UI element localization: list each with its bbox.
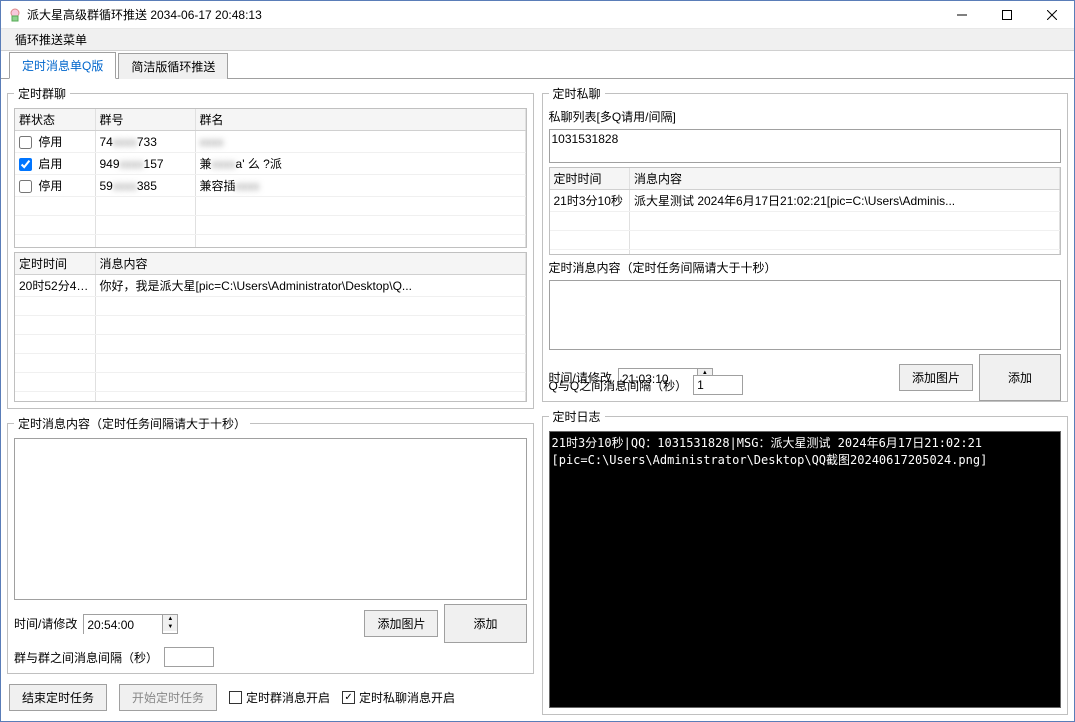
col-id: 群号: [95, 109, 195, 131]
private-list-textarea[interactable]: [549, 129, 1062, 163]
group-msg-panel: 定时消息内容（定时任务间隔请大于十秒） 时间/请修改 ▲▼ 添加图片 添加 群与…: [7, 415, 534, 674]
col-msg: 消息内容: [95, 253, 525, 275]
group-on-checkbox[interactable]: 定时群消息开启: [229, 689, 330, 706]
close-button[interactable]: [1029, 1, 1074, 29]
group-schedule-table[interactable]: 定时时间 消息内容 20时52分48秒你好，我是派大星[pic=C:\Users…: [14, 252, 527, 402]
group-time-input[interactable]: [84, 615, 162, 635]
minimize-button[interactable]: [939, 1, 984, 29]
spin-up-icon[interactable]: ▲: [163, 615, 177, 623]
table-row[interactable]: 启用949xxxx157兼xxxxa' 么 ?派: [15, 153, 525, 175]
table-row[interactable]: 停用59xxxx385兼容插xxxx: [15, 175, 525, 197]
log-console[interactable]: 21时3分10秒|QQ：1031531828|MSG：派大星测试 2024年6月…: [549, 431, 1062, 708]
group-time-row: 时间/请修改 ▲▼ 添加图片 添加: [14, 604, 527, 643]
table-row[interactable]: 20时52分48秒你好，我是派大星[pic=C:\Users\Administr…: [15, 275, 525, 297]
window-controls: [939, 1, 1074, 29]
group-gap-row: 群与群之间消息间隔（秒）: [14, 647, 527, 667]
private-schedule-table[interactable]: 定时时间 消息内容 21时3分10秒派大星测试 2024年6月17日21:02:…: [549, 167, 1062, 255]
table-row[interactable]: 21时3分10秒派大星测试 2024年6月17日21:02:21[pic=C:\…: [550, 190, 1060, 212]
private-add-button[interactable]: 添加: [979, 354, 1061, 401]
group-table[interactable]: 群状态 群号 群名 停用74xxxx733xxxx 启用949xxxx157兼x…: [14, 108, 527, 248]
tabbar: 定时消息单Q版 简洁版循环推送: [1, 53, 1074, 79]
group-add-button[interactable]: 添加: [444, 604, 526, 643]
start-task-button[interactable]: 开始定时任务: [119, 684, 217, 711]
log-legend: 定时日志: [549, 408, 605, 425]
titlebar: 派大星高级群循环推送 2034-06-17 20:48:13: [1, 1, 1074, 29]
group-chat-legend: 定时群聊: [14, 85, 70, 102]
col-msg: 消息内容: [630, 168, 1060, 190]
tab-timed-single-q[interactable]: 定时消息单Q版: [9, 52, 116, 79]
maximize-button[interactable]: [984, 1, 1029, 29]
group-time-label: 时间/请修改: [14, 615, 77, 632]
private-on-label: 定时私聊消息开启: [359, 689, 455, 706]
group-on-label: 定时群消息开启: [246, 689, 330, 706]
row-checkbox[interactable]: [19, 136, 32, 149]
row-checkbox[interactable]: [19, 158, 32, 171]
group-add-pic-button[interactable]: 添加图片: [364, 610, 438, 637]
private-chat-panel: 定时私聊 私聊列表[多Q请用/间隔] 定时时间 消息内容 21时3分10秒派大星…: [542, 85, 1069, 402]
group-msg-legend: 定时消息内容（定时任务间隔请大于十秒）: [14, 415, 250, 432]
private-msg-label: 定时消息内容（定时任务间隔请大于十秒）: [549, 259, 1062, 276]
private-gap-row: Q与Q之间消息间隔（秒）: [549, 375, 857, 395]
group-chat-panel: 定时群聊 群状态 群号 群名 停用74xxxx733xxxx 启用949xxxx…: [7, 85, 534, 409]
group-time-spinbox[interactable]: ▲▼: [83, 614, 178, 634]
col-time: 定时时间: [550, 168, 630, 190]
private-msg-textarea[interactable]: [549, 280, 1062, 350]
left-column: 定时群聊 群状态 群号 群名 停用74xxxx733xxxx 启用949xxxx…: [7, 85, 534, 715]
content-area: 定时群聊 群状态 群号 群名 停用74xxxx733xxxx 启用949xxxx…: [1, 79, 1074, 721]
main-window: 派大星高级群循环推送 2034-06-17 20:48:13 循环推送菜单 定时…: [0, 0, 1075, 722]
private-gap-input[interactable]: [693, 375, 743, 395]
tab-simple-loop[interactable]: 简洁版循环推送: [118, 53, 228, 79]
col-status: 群状态: [15, 109, 95, 131]
private-gap-label: Q与Q之间消息间隔（秒）: [549, 377, 688, 394]
private-list-label: 私聊列表[多Q请用/间隔]: [549, 108, 1062, 125]
menu-loop-push[interactable]: 循环推送菜单: [9, 29, 93, 50]
app-icon: [7, 7, 23, 23]
checkbox-icon: [229, 691, 242, 704]
right-column: 定时私聊 私聊列表[多Q请用/间隔] 定时时间 消息内容 21时3分10秒派大星…: [542, 85, 1069, 715]
bottom-controls: 结束定时任务 开始定时任务 定时群消息开启 ✓ 定时私聊消息开启: [7, 680, 534, 715]
window-title: 派大星高级群循环推送 2034-06-17 20:48:13: [27, 6, 939, 23]
private-on-checkbox[interactable]: ✓ 定时私聊消息开启: [342, 689, 455, 706]
col-time: 定时时间: [15, 253, 95, 275]
group-gap-label: 群与群之间消息间隔（秒）: [14, 649, 158, 666]
private-chat-legend: 定时私聊: [549, 85, 605, 102]
group-gap-input[interactable]: [164, 647, 214, 667]
log-panel: 定时日志 21时3分10秒|QQ：1031531828|MSG：派大星测试 20…: [542, 408, 1069, 715]
private-add-pic-button[interactable]: 添加图片: [899, 364, 973, 391]
col-name: 群名: [195, 109, 525, 131]
end-task-button[interactable]: 结束定时任务: [9, 684, 107, 711]
group-msg-textarea[interactable]: [14, 438, 527, 600]
row-checkbox[interactable]: [19, 180, 32, 193]
table-row[interactable]: 停用74xxxx733xxxx: [15, 131, 525, 153]
spin-down-icon[interactable]: ▼: [163, 623, 177, 631]
menubar: 循环推送菜单: [1, 29, 1074, 51]
checkbox-icon: ✓: [342, 691, 355, 704]
